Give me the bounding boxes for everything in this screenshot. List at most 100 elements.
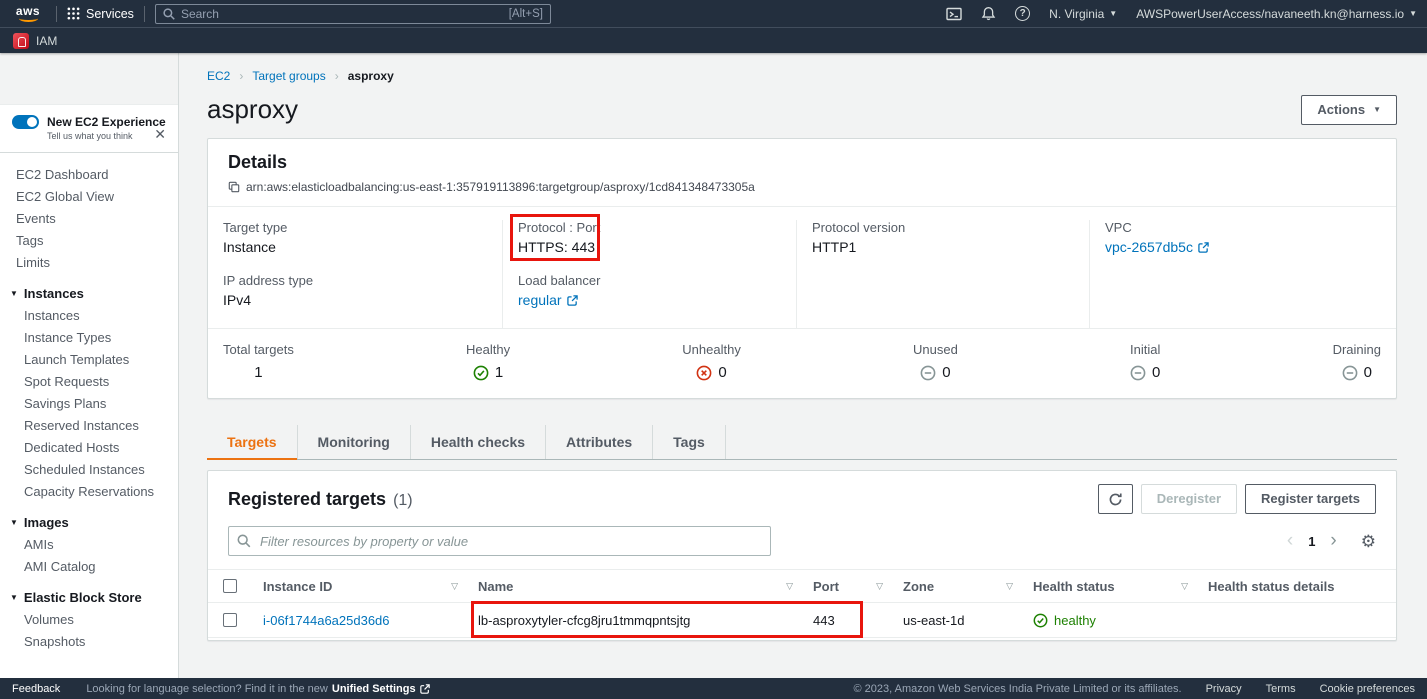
refresh-button[interactable] (1098, 484, 1133, 514)
external-link-icon (567, 295, 578, 306)
sidebar-item-instances[interactable]: Instances (0, 305, 178, 327)
stat-initial: Initial 0 (1130, 342, 1160, 381)
tab-attributes[interactable]: Attributes (546, 425, 653, 459)
cloudshell-icon[interactable] (946, 6, 962, 22)
sidebar-section-elastic-block-store[interactable]: ▼ Elastic Block Store (0, 587, 178, 609)
register-targets-button[interactable]: Register targets (1245, 484, 1376, 514)
load-balancer-link[interactable]: regular (518, 292, 562, 308)
target-zone-cell: us-east-1d (893, 613, 1023, 628)
privacy-link[interactable]: Privacy (1206, 683, 1242, 695)
instance-id-link[interactable]: i-06f1744a6a25d36d6 (263, 613, 390, 628)
vpc-link[interactable]: vpc-2657db5c (1105, 239, 1193, 255)
main-content: EC2 › Target groups › asproxy asproxy Ac… (179, 53, 1427, 678)
row-checkbox[interactable] (223, 613, 237, 627)
services-menu-button[interactable]: Services (67, 7, 134, 21)
region-label: N. Virginia (1049, 7, 1104, 21)
sidebar-item-volumes[interactable]: Volumes (0, 609, 178, 631)
sidebar-item-amis[interactable]: AMIs (0, 534, 178, 556)
stat-healthy: Healthy 1 (466, 342, 510, 381)
sidebar-item-savings-plans[interactable]: Savings Plans (0, 393, 178, 415)
notifications-bell-icon[interactable] (981, 6, 996, 21)
sidebar-item-reserved-instances[interactable]: Reserved Instances (0, 415, 178, 437)
sidebar-item-dedicated-hosts[interactable]: Dedicated Hosts (0, 437, 178, 459)
top-nav: aws Services [Alt+S] ? N. Virginia ▼ AWS… (0, 0, 1427, 27)
breadcrumb: EC2 › Target groups › asproxy (207, 69, 1397, 83)
tab-monitoring[interactable]: Monitoring (298, 425, 411, 459)
search-input[interactable] (181, 7, 503, 21)
global-search[interactable]: [Alt+S] (155, 4, 551, 24)
current-page[interactable]: 1 (1308, 534, 1315, 549)
sidebar-item-limits[interactable]: Limits (0, 252, 178, 274)
feedback-link[interactable]: Feedback (12, 683, 60, 695)
account-menu[interactable]: AWSPowerUserAccess/navaneeth.kn@harness.… (1136, 7, 1417, 21)
sidebar-item-ec2-global-view[interactable]: EC2 Global View (0, 186, 178, 208)
sidebar-section-images[interactable]: ▼ Images (0, 512, 178, 534)
sidebar-item-ami-catalog[interactable]: AMI Catalog (0, 556, 178, 578)
sidebar-item-events[interactable]: Events (0, 208, 178, 230)
registered-targets-card: Registered targets (1) Deregister Regist… (207, 470, 1397, 641)
help-icon[interactable]: ? (1015, 6, 1030, 21)
sidebar-top-spacer (0, 53, 178, 105)
sidebar-item-scheduled-instances[interactable]: Scheduled Instances (0, 459, 178, 481)
details-heading: Details (228, 152, 1376, 173)
deregister-button[interactable]: Deregister (1141, 484, 1237, 514)
tell-us-link[interactable]: Tell us what you think (47, 131, 166, 141)
search-icon (237, 534, 251, 548)
region-selector[interactable]: N. Virginia ▼ (1049, 7, 1117, 21)
copy-icon[interactable] (228, 181, 240, 193)
field-vpc: VPC vpc-2657db5c (1105, 220, 1381, 257)
column-port[interactable]: Port ▽ (803, 579, 893, 594)
close-icon[interactable]: ✕ (154, 126, 166, 143)
gear-icon[interactable]: ⚙ (1361, 533, 1376, 550)
sidebar-section-instances[interactable]: ▼ Instances (0, 283, 178, 305)
sidebar-nav: EC2 Dashboard EC2 Global View Events Tag… (0, 153, 178, 653)
next-page-icon[interactable]: › (1330, 534, 1336, 548)
chevron-down-icon: ▼ (1373, 101, 1381, 119)
breadcrumb-target-groups[interactable]: Target groups (252, 69, 325, 83)
sort-icon: ▽ (1006, 581, 1013, 592)
refresh-icon (1108, 492, 1123, 507)
terms-link[interactable]: Terms (1266, 683, 1296, 695)
sort-icon: ▽ (786, 581, 793, 592)
favorite-iam-link[interactable]: IAM (36, 34, 57, 48)
registered-targets-heading: Registered targets (228, 489, 386, 510)
actions-button[interactable]: Actions ▼ (1301, 95, 1397, 125)
field-protocol-port: Protocol : Port HTTPS: 443 (518, 220, 781, 255)
breadcrumb-separator: › (335, 69, 339, 83)
new-experience-toggle[interactable] (12, 115, 39, 129)
column-zone[interactable]: Zone ▽ (893, 579, 1023, 594)
services-label: Services (86, 7, 134, 21)
table-row: i-06f1744a6a25d36d6 lb-asproxytyler-cfcg… (208, 603, 1396, 638)
minus-circle-icon (1342, 365, 1358, 381)
previous-page-icon[interactable]: ‹ (1287, 534, 1293, 548)
cookie-preferences-link[interactable]: Cookie preferences (1320, 683, 1415, 695)
aws-smile-icon (19, 15, 38, 22)
field-protocol-version: Protocol version HTTP1 (812, 220, 1074, 255)
search-shortcut-hint: [Alt+S] (509, 8, 543, 20)
account-label: AWSPowerUserAccess/navaneeth.kn@harness.… (1136, 7, 1404, 21)
sidebar-item-spot-requests[interactable]: Spot Requests (0, 371, 178, 393)
tab-health-checks[interactable]: Health checks (411, 425, 546, 459)
sidebar-item-ec2-dashboard[interactable]: EC2 Dashboard (0, 164, 178, 186)
column-name[interactable]: Name ▽ (468, 579, 803, 594)
tab-bar: Targets Monitoring Health checks Attribu… (207, 425, 1397, 460)
sidebar-item-capacity-reservations[interactable]: Capacity Reservations (0, 481, 178, 503)
tab-targets[interactable]: Targets (207, 425, 298, 459)
filter-input[interactable] (228, 526, 771, 556)
tab-tags[interactable]: Tags (653, 425, 726, 459)
sidebar-item-launch-templates[interactable]: Launch Templates (0, 349, 178, 371)
sidebar-item-instance-types[interactable]: Instance Types (0, 327, 178, 349)
column-health-status[interactable]: Health status ▽ (1023, 579, 1198, 594)
sidebar-item-snapshots[interactable]: Snapshots (0, 631, 178, 653)
new-experience-title: New EC2 Experience (47, 115, 166, 129)
breadcrumb-ec2[interactable]: EC2 (207, 69, 230, 83)
external-link-icon (420, 684, 430, 694)
aws-logo[interactable]: aws (10, 6, 46, 22)
sidebar-item-tags[interactable]: Tags (0, 230, 178, 252)
select-all-checkbox[interactable] (223, 579, 237, 593)
unified-settings-link[interactable]: Unified Settings (332, 683, 430, 695)
column-instance-id[interactable]: Instance ID ▽ (253, 579, 468, 594)
breadcrumb-current: asproxy (348, 69, 394, 83)
stat-unhealthy: Unhealthy 0 (682, 342, 741, 381)
stat-unused: Unused 0 (913, 342, 958, 381)
